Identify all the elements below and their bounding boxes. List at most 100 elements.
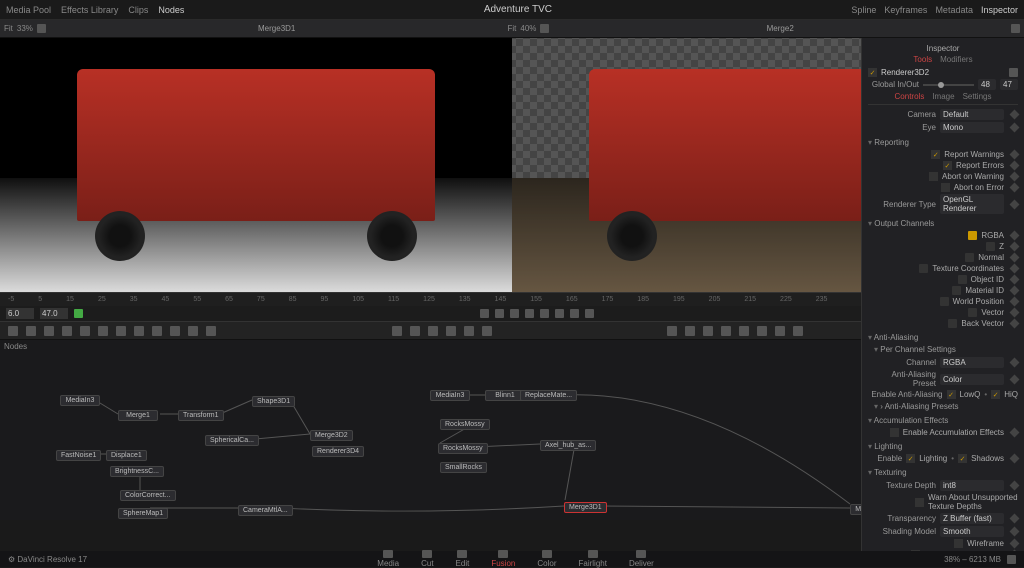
tex-warn-check[interactable] — [915, 498, 924, 507]
node-sphericalca...[interactable]: SphericalCa... — [205, 435, 259, 446]
tool-icon[interactable] — [62, 326, 72, 336]
report-check[interactable] — [943, 161, 952, 170]
section-per-channel[interactable]: Per Channel Settings — [874, 345, 1018, 354]
section-antialiasing[interactable]: Anti-Aliasing — [868, 333, 1018, 342]
step-fwd-icon[interactable] — [555, 309, 564, 318]
tool-icon[interactable] — [410, 326, 420, 336]
channel-check[interactable] — [919, 264, 928, 273]
keyframe-icon[interactable] — [1010, 110, 1020, 120]
page-fusion[interactable]: Fusion — [491, 550, 515, 568]
topbar-metadata[interactable]: Metadata — [935, 5, 973, 15]
topbar-nodes[interactable]: Nodes — [158, 5, 184, 15]
section-texturing[interactable]: Texturing — [868, 468, 1018, 477]
keyframe-icon[interactable] — [1010, 428, 1020, 438]
eye-dropdown[interactable]: Mono — [940, 122, 1004, 133]
tool-icon[interactable] — [44, 326, 54, 336]
goto-start-icon[interactable] — [480, 309, 489, 318]
tool-icon[interactable] — [116, 326, 126, 336]
keyframe-icon[interactable] — [1010, 231, 1020, 241]
node-cameramtla...[interactable]: CameraMtlA... — [238, 505, 293, 516]
play-reverse-icon[interactable] — [510, 309, 519, 318]
report-check[interactable] — [931, 150, 940, 159]
node-replacemate...[interactable]: ReplaceMate... — [520, 390, 577, 401]
subtab-controls[interactable]: Controls — [895, 92, 925, 101]
tool-icon[interactable] — [775, 326, 785, 336]
keyframe-icon[interactable] — [1010, 358, 1020, 368]
current-frame-input[interactable] — [40, 308, 68, 319]
channel-check[interactable] — [968, 231, 977, 240]
viewer-left-opts-icon[interactable] — [37, 24, 46, 33]
keyframe-icon[interactable] — [1010, 242, 1020, 252]
wireframe-check[interactable] — [954, 539, 963, 548]
node-fastnoise1[interactable]: FastNoise1 — [56, 450, 101, 461]
inspector-tab-modifiers[interactable]: Modifiers — [940, 55, 972, 64]
viewer-left-fit[interactable]: Fit — [4, 24, 13, 33]
keyframe-icon[interactable] — [1010, 172, 1020, 182]
keyframe-icon[interactable] — [1010, 297, 1020, 307]
section-aa-presets[interactable]: › Anti-Aliasing Presets — [874, 402, 1018, 411]
keyframe-icon[interactable] — [1010, 199, 1020, 209]
keyframe-icon[interactable] — [1010, 308, 1020, 318]
node-colorcorrect...[interactable]: ColorCorrect... — [120, 490, 176, 501]
node-merge3d1[interactable]: Merge3D1 — [564, 502, 607, 513]
node-enable-toggle[interactable] — [868, 68, 877, 77]
home-icon[interactable] — [1007, 555, 1016, 564]
keyframe-icon[interactable] — [1010, 183, 1020, 193]
goto-end-icon[interactable] — [570, 309, 579, 318]
node-shape3d1[interactable]: Shape3D1 — [252, 396, 295, 407]
transparency-dropdown[interactable]: Z Buffer (fast) — [940, 513, 1004, 524]
keyframe-icon[interactable] — [1010, 286, 1020, 296]
report-check[interactable] — [941, 183, 950, 192]
node-blinn1[interactable]: Blinn1 — [485, 390, 525, 401]
stop-icon[interactable] — [525, 309, 534, 318]
keyframe-icon[interactable] — [1010, 374, 1020, 384]
loop-icon[interactable] — [585, 309, 594, 318]
keyframe-icon[interactable] — [1010, 481, 1020, 491]
accum-check[interactable] — [890, 428, 899, 437]
keyframe-icon[interactable] — [1010, 161, 1020, 171]
keyframe-icon[interactable] — [1010, 539, 1020, 549]
node-rocksmossy[interactable]: RocksMossy — [440, 419, 490, 430]
tool-icon[interactable] — [739, 326, 749, 336]
lighting-check[interactable] — [906, 454, 915, 463]
channel-check[interactable] — [986, 242, 995, 251]
viewer-left[interactable] — [0, 38, 512, 292]
aa-hiq-check[interactable] — [991, 390, 1000, 399]
tool-icon[interactable] — [428, 326, 438, 336]
channel-check[interactable] — [952, 286, 961, 295]
tool-icon[interactable] — [757, 326, 767, 336]
node-merge1[interactable]: Merge1 — [118, 410, 158, 421]
topbar-effects-library[interactable]: Effects Library — [61, 5, 118, 15]
topbar-keyframes[interactable]: Keyframes — [884, 5, 927, 15]
node-smallrocks[interactable]: SmallRocks — [440, 462, 487, 473]
tool-icon[interactable] — [446, 326, 456, 336]
tool-icon[interactable] — [482, 326, 492, 336]
page-cut[interactable]: Cut — [421, 550, 433, 568]
global-out-value[interactable]: 47 — [1000, 79, 1018, 90]
channel-check[interactable] — [968, 308, 977, 317]
page-media[interactable]: Media — [377, 550, 399, 568]
node-brightnessc...[interactable]: BrightnessC... — [110, 466, 164, 477]
tool-icon[interactable] — [170, 326, 180, 336]
node-renderer3d4[interactable]: Renderer3D4 — [312, 446, 364, 457]
aa-channel-dropdown[interactable]: RGBA — [940, 357, 1004, 368]
viewer-right-zoom[interactable]: 40% — [520, 24, 536, 33]
renderer-type-dropdown[interactable]: OpenGL Renderer — [940, 194, 1004, 214]
subtab-image[interactable]: Image — [932, 92, 954, 101]
tool-icon[interactable] — [685, 326, 695, 336]
tool-icon[interactable] — [793, 326, 803, 336]
global-in-value[interactable]: 48 — [978, 79, 996, 90]
node-displace1[interactable]: Displace1 — [106, 450, 147, 461]
viewer-options-icon[interactable] — [1011, 24, 1020, 33]
global-inout-slider[interactable] — [923, 84, 974, 86]
node-transform1[interactable]: Transform1 — [178, 410, 224, 421]
keyframe-icon[interactable] — [1010, 264, 1020, 274]
node-axel_hub_as...[interactable]: Axel_hub_as... — [540, 440, 596, 451]
shading-dropdown[interactable]: Smooth — [940, 526, 1004, 537]
section-output-channels[interactable]: Output Channels — [868, 219, 1018, 228]
viewer-right-fit[interactable]: Fit — [508, 24, 517, 33]
tool-icon[interactable] — [464, 326, 474, 336]
tool-icon[interactable] — [392, 326, 402, 336]
tex-depth-dropdown[interactable]: int8 — [940, 480, 1004, 491]
tool-icon[interactable] — [721, 326, 731, 336]
